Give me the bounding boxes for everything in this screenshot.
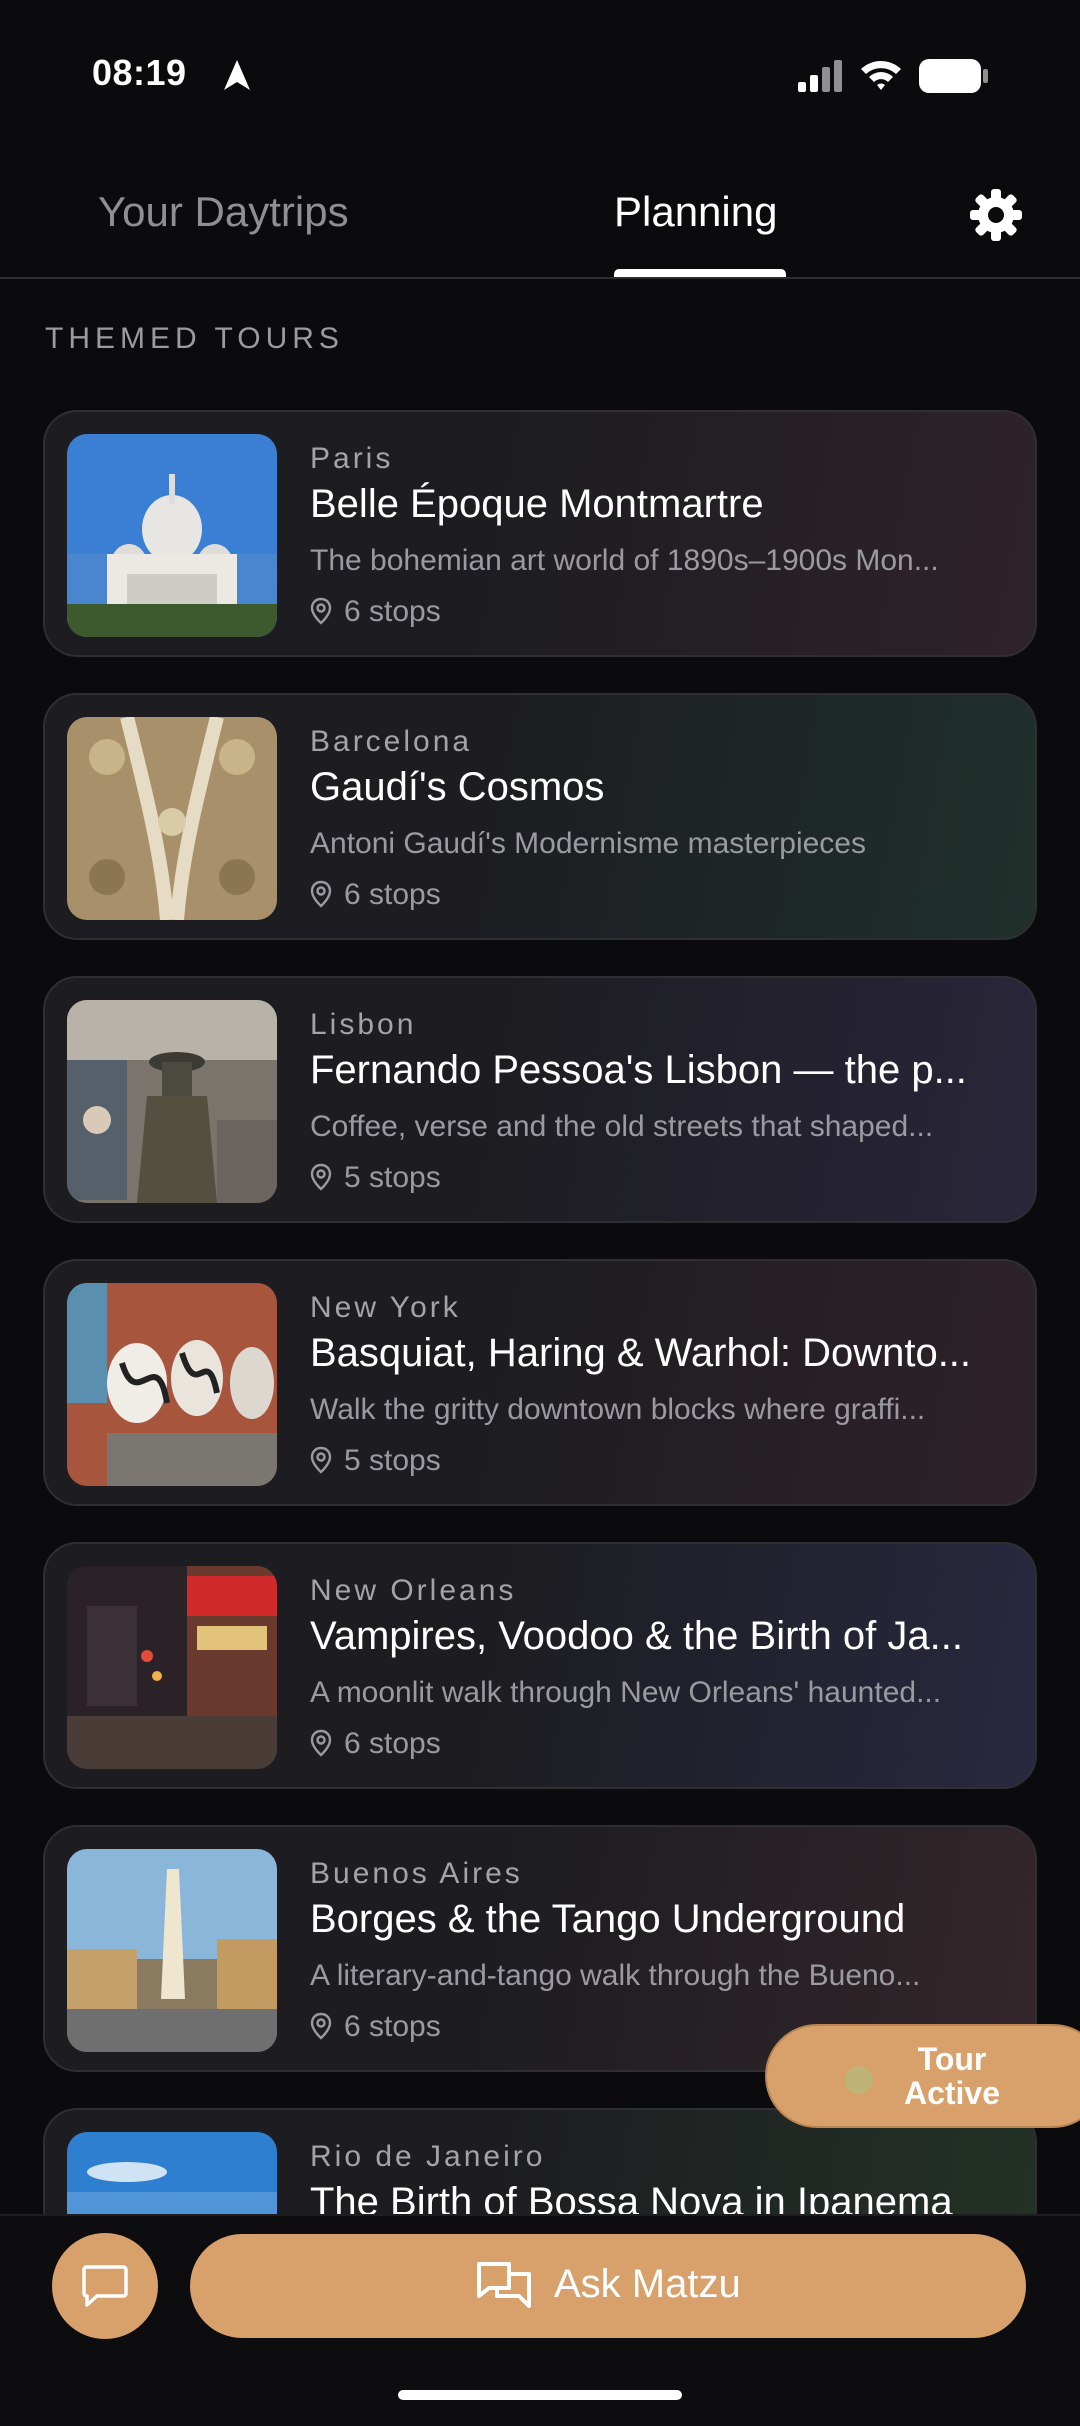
tour-description: The bohemian art world of 1890s–1900s Mo…: [310, 544, 939, 577]
tour-thumbnail: [67, 1566, 277, 1769]
tour-description: Antoni Gaudí's Modernisme masterpieces: [310, 827, 866, 860]
tour-description: Coffee, verse and the old streets that s…: [310, 1110, 934, 1143]
tour-city: New York: [310, 1291, 461, 1324]
tour-thumbnail: [67, 1849, 277, 2052]
tour-thumbnail: [67, 717, 277, 920]
ask-matzu-button[interactable]: Ask Matzu: [190, 2234, 1026, 2338]
map-pin-icon: [310, 1163, 332, 1191]
tour-stops: 6 stops: [310, 2010, 441, 2044]
map-pin-icon: [310, 597, 332, 625]
tour-title: Gaudí's Cosmos: [310, 765, 605, 809]
tour-thumbnail: [67, 1000, 277, 1203]
tour-city: Paris: [310, 442, 394, 475]
tour-stops: 6 stops: [310, 878, 441, 912]
section-title: THEMED TOURS: [45, 322, 344, 355]
tour-stops: 6 stops: [310, 1727, 441, 1761]
tour-stops-label: 6 stops: [344, 1727, 441, 1760]
tour-card-new-york[interactable]: New York Basquiat, Haring & Warhol: Down…: [43, 1259, 1037, 1506]
tour-active-button[interactable]: Tour Active: [765, 2024, 1080, 2128]
tour-card-lisbon[interactable]: Lisbon Fernando Pessoa's Lisbon — the p.…: [43, 976, 1037, 1223]
tour-card-paris[interactable]: Paris Belle Époque Montmartre The bohemi…: [43, 410, 1037, 657]
tour-description: A literary-and-tango walk through the Bu…: [310, 1959, 921, 1992]
tour-city: New Orleans: [310, 1574, 517, 1607]
map-pin-icon: [310, 2012, 332, 2040]
map-pin-icon: [310, 1729, 332, 1757]
tour-stops-label: 6 stops: [344, 595, 441, 628]
tour-stops-label: 6 stops: [344, 2010, 441, 2043]
tour-stops-label: 5 stops: [344, 1161, 441, 1194]
tour-description: A moonlit walk through New Orleans' haun…: [310, 1676, 942, 1709]
tour-stops-label: 6 stops: [344, 878, 441, 911]
tour-title: Basquiat, Haring & Warhol: Downto...: [310, 1331, 972, 1375]
tour-title: Vampires, Voodoo & the Birth of Ja...: [310, 1614, 963, 1658]
tour-active-label: Tour Active: [903, 2041, 1001, 2111]
tour-stops: 6 stops: [310, 595, 441, 629]
tour-city: Barcelona: [310, 725, 473, 758]
tour-title: Fernando Pessoa's Lisbon — the p...: [310, 1048, 967, 1092]
tour-card-new-orleans[interactable]: New Orleans Vampires, Voodoo & the Birth…: [43, 1542, 1037, 1789]
chat-button[interactable]: [52, 2233, 158, 2339]
tour-stops: 5 stops: [310, 1161, 441, 1195]
tour-stops: 5 stops: [310, 1444, 441, 1478]
tour-title: Borges & the Tango Underground: [310, 1897, 906, 1941]
tour-city: Lisbon: [310, 1008, 417, 1041]
tour-city: Buenos Aires: [310, 1857, 523, 1890]
tour-thumbnail: [67, 2132, 277, 2214]
map-pin-icon: [310, 880, 332, 908]
tour-title: The Birth of Bossa Nova in Ipanema: [310, 2180, 953, 2214]
tour-title: Belle Époque Montmartre: [310, 482, 764, 526]
tour-city: Rio de Janeiro: [310, 2140, 546, 2173]
chat-bubbles-icon: [477, 2262, 531, 2308]
tour-description: Walk the gritty downtown blocks where gr…: [310, 1393, 926, 1426]
map-pin-icon: [310, 1446, 332, 1474]
tour-list: THEMED TOURS Paris Belle Époque Montmart…: [0, 0, 1080, 2214]
chat-bubble-icon: [82, 2265, 128, 2307]
tour-thumbnail: [67, 1283, 277, 1486]
home-indicator: [398, 2390, 682, 2400]
tour-card-barcelona[interactable]: Barcelona Gaudí's Cosmos Antoni Gaudí's …: [43, 693, 1037, 940]
tour-thumbnail: [67, 434, 277, 637]
ask-matzu-label: Ask Matzu: [554, 2262, 741, 2306]
tour-stops-label: 5 stops: [344, 1444, 441, 1477]
